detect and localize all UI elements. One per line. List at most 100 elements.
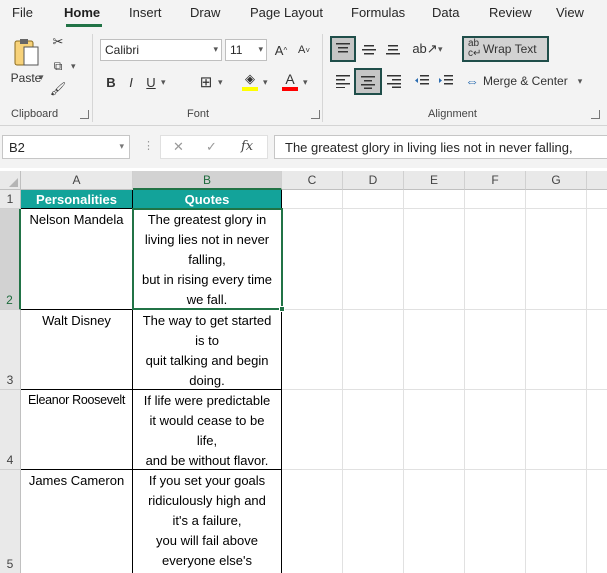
font-color-button[interactable]: A	[280, 70, 300, 92]
select-all-corner[interactable]	[0, 171, 21, 190]
tab-page-layout[interactable]: Page Layout	[250, 5, 323, 20]
paste-chevron-down-icon[interactable]: ▾	[39, 72, 44, 83]
row-header-1[interactable]: 1	[0, 190, 21, 209]
cut-scissors-icon[interactable]: ✂	[50, 34, 66, 50]
header-cell-quotes[interactable]: Quotes	[133, 190, 282, 209]
row-header-3[interactable]: 3	[0, 310, 21, 390]
decrease-indent-button[interactable]	[411, 70, 433, 92]
column-header-d[interactable]: D	[343, 171, 404, 190]
middle-align-icon	[362, 45, 376, 55]
merge-center-label: Merge & Center	[483, 74, 568, 88]
paint-bucket-icon: ◈	[245, 71, 255, 86]
column-header-f[interactable]: F	[465, 171, 526, 190]
font-color-swatch	[282, 86, 298, 91]
orientation-chevron-down-icon[interactable]: ▾	[438, 44, 443, 55]
tab-data[interactable]: Data	[432, 5, 459, 20]
font-color-chevron-down-icon[interactable]: ▾	[303, 77, 308, 88]
fill-chevron-down-icon[interactable]: ▾	[263, 77, 268, 88]
row-number: 5	[6, 557, 14, 571]
row-header-4[interactable]: 4	[0, 390, 21, 470]
tab-draw[interactable]: Draw	[190, 5, 220, 20]
group-separator	[322, 34, 323, 122]
tab-formulas[interactable]: Formulas	[351, 5, 405, 20]
quote-cell[interactable]: The way to get started is to quit talkin…	[133, 310, 282, 390]
column-header-e[interactable]: E	[404, 171, 465, 190]
quote-cell[interactable]: If life were predictable it would cease …	[133, 390, 282, 470]
underline-button[interactable]: U	[142, 72, 160, 92]
enter-icon[interactable]: ✓	[206, 139, 217, 155]
quote-line: doing.	[189, 373, 225, 388]
gridline	[525, 190, 526, 573]
decrease-font-size-button[interactable]: A ˅	[295, 40, 313, 60]
bold-button[interactable]: B	[102, 72, 120, 92]
name-box-value: B2	[9, 140, 25, 155]
orientation-icon[interactable]: ab↗	[412, 38, 437, 60]
column-header-h[interactable]	[587, 171, 607, 190]
underline-chevron-down-icon[interactable]: ▾	[161, 77, 166, 88]
formula-input[interactable]: The greatest glory in living lies not in…	[274, 135, 607, 159]
font-name-dropdown[interactable]: Calibri ▾	[100, 39, 222, 61]
borders-icon[interactable]: ⊞	[196, 72, 216, 92]
worksheet-grid[interactable]: A B C D E F G 1 2 3 4 5 Personalities Qu…	[0, 168, 607, 573]
row-number: 2	[6, 293, 13, 307]
align-left-button[interactable]	[332, 70, 354, 92]
row-header-5[interactable]: 5	[0, 470, 21, 573]
quote-cell[interactable]: The greatest glory in living lies not in…	[133, 209, 282, 310]
header-cell-personalities[interactable]: Personalities	[21, 190, 133, 209]
name-box[interactable]: B2 ▾	[2, 135, 130, 159]
merge-icon: ⇔	[465, 73, 479, 89]
column-header-g[interactable]: G	[526, 171, 587, 190]
tab-file[interactable]: File	[12, 5, 33, 20]
wrap-text-button[interactable]: ab c↵ Wrap Text	[462, 36, 549, 62]
tab-insert[interactable]: Insert	[129, 5, 162, 20]
alignment-group-label: Alignment	[428, 108, 477, 120]
font-size-dropdown[interactable]: 11 ▾	[225, 39, 267, 61]
chevron-down-icon: ▾	[258, 44, 263, 54]
copy-icon[interactable]: ⧉	[50, 58, 66, 74]
insert-function-icon[interactable]: fx	[241, 139, 253, 154]
personality-cell[interactable]: Nelson Mandela	[21, 209, 133, 310]
center-align-button[interactable]	[354, 68, 382, 95]
increase-font-size-button[interactable]: A ^	[272, 40, 290, 60]
bottom-align-icon	[386, 45, 400, 55]
fill-color-swatch	[242, 87, 258, 91]
bottom-align-button[interactable]	[382, 38, 404, 60]
active-tab-indicator	[66, 24, 102, 27]
personality-cell[interactable]: Walt Disney	[21, 310, 133, 390]
quote-line: everyone else's	[162, 553, 252, 568]
gridline	[282, 389, 607, 390]
quote-cell[interactable]: If you set your goals ridiculously high …	[133, 470, 282, 573]
wrap-text-label: Wrap Text	[483, 42, 537, 56]
cancel-icon[interactable]: ✕	[173, 139, 184, 155]
quote-line: we fall.	[186, 292, 228, 307]
quote-line: If life were predictable	[143, 393, 271, 408]
column-header-b[interactable]: B	[133, 171, 282, 190]
format-painter-icon[interactable]: 🖌	[50, 81, 67, 97]
quote-line: but in rising every time	[141, 272, 273, 287]
tab-home[interactable]: Home	[64, 5, 100, 20]
row-header-2[interactable]: 2	[0, 209, 21, 310]
borders-chevron-down-icon[interactable]: ▾	[218, 77, 223, 88]
quote-line: The way to get started	[142, 313, 272, 328]
personality-cell[interactable]: James Cameron	[21, 470, 133, 573]
fill-handle[interactable]	[279, 306, 285, 312]
clipboard-launcher-icon[interactable]	[80, 110, 89, 119]
copy-chevron-down-icon[interactable]: ▾	[71, 61, 76, 72]
italic-button[interactable]: I	[122, 72, 140, 92]
merge-center-button[interactable]: ⇔ Merge & Center ▾	[465, 70, 587, 92]
column-header-c[interactable]: C	[282, 171, 343, 190]
font-launcher-icon[interactable]	[311, 110, 320, 119]
alignment-launcher-icon[interactable]	[591, 110, 600, 119]
increase-indent-button[interactable]	[435, 70, 457, 92]
fill-color-button[interactable]: ◈	[240, 70, 260, 92]
align-right-button[interactable]	[383, 70, 405, 92]
tab-review[interactable]: Review	[489, 5, 532, 20]
align-center-icon	[361, 75, 375, 89]
middle-align-button[interactable]	[358, 38, 380, 60]
quote-line: you will fail above	[156, 533, 258, 548]
quote-line: it's a failure,	[172, 513, 242, 528]
personality-cell[interactable]: Eleanor Roosevelt	[21, 390, 133, 470]
column-header-a[interactable]: A	[21, 171, 133, 190]
top-align-button[interactable]	[330, 36, 356, 62]
tab-view[interactable]: View	[556, 5, 584, 20]
